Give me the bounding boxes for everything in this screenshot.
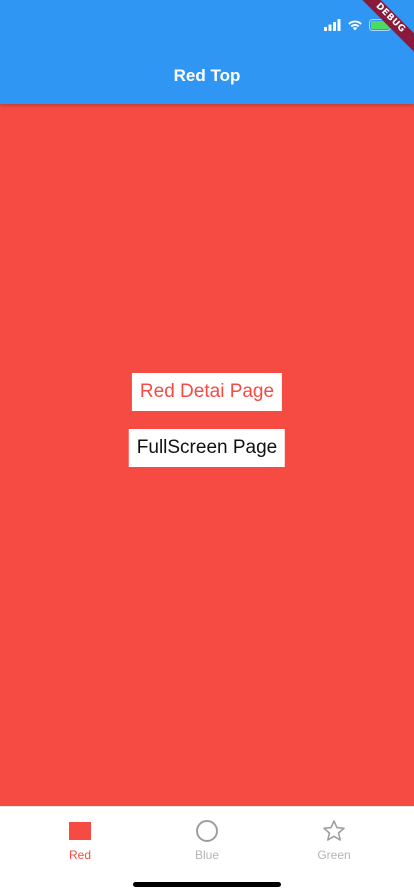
nav-item-green[interactable]: Green xyxy=(265,815,403,865)
red-detail-page-button[interactable]: Red Detai Page xyxy=(131,373,283,411)
red-content-area: Red Detai Page FullScreen Page xyxy=(0,104,414,806)
wifi-icon xyxy=(348,20,362,31)
cellular-signal-icon xyxy=(324,19,341,31)
fullscreen-page-button[interactable]: FullScreen Page xyxy=(128,429,286,467)
star-icon xyxy=(323,820,345,841)
battery-icon xyxy=(369,19,394,31)
nav-item-label: Green xyxy=(317,848,351,862)
circle-icon xyxy=(196,820,218,842)
nav-item-label: Red xyxy=(68,848,91,862)
nav-item-red[interactable]: Red xyxy=(11,815,149,865)
home-indicator[interactable] xyxy=(133,882,281,887)
page-title: Red Top xyxy=(173,66,241,85)
status-bar-icons xyxy=(324,17,394,33)
app-bar: Red Top xyxy=(0,0,414,104)
square-icon xyxy=(69,822,91,840)
app-screen: Red Top DEBUG Red Detai Page FullScreen … xyxy=(0,0,414,896)
nav-item-label: Blue xyxy=(194,848,220,862)
nav-item-blue[interactable]: Blue xyxy=(138,815,276,865)
